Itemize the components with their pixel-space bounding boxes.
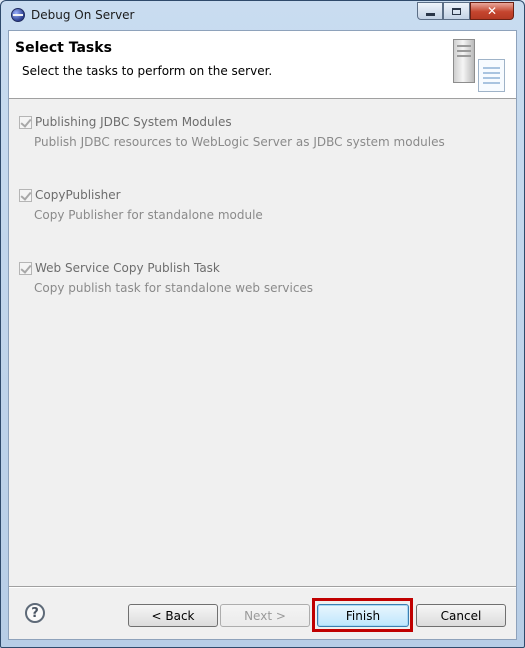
minimize-icon [425, 12, 435, 16]
title-bar[interactable]: Debug On Server ✕ [1, 1, 524, 29]
task-label: Web Service Copy Publish Task [35, 261, 220, 275]
page-title: Select Tasks [15, 40, 112, 56]
page-description: Select the tasks to perform on the serve… [22, 64, 273, 78]
maximize-button[interactable] [443, 2, 470, 20]
window-title: Debug On Server [31, 8, 135, 22]
finish-highlight-box [312, 598, 413, 632]
task-description: Copy publish task for standalone web ser… [34, 281, 314, 295]
minimize-button[interactable] [417, 2, 443, 20]
list-item: CopyPublisher Copy Publisher for standal… [9, 178, 516, 228]
task-label: CopyPublisher [35, 188, 121, 202]
cancel-button[interactable]: Cancel [416, 604, 506, 627]
list-item: Publishing JDBC System Modules Publish J… [9, 105, 516, 155]
wizard-header: Select Tasks Select the tasks to perform… [9, 31, 516, 99]
task-checkbox[interactable] [19, 262, 32, 275]
list-item: Web Service Copy Publish Task Copy publi… [9, 251, 516, 301]
help-icon[interactable]: ? [25, 603, 45, 623]
task-description: Copy Publisher for standalone module [34, 208, 263, 222]
maximize-icon [452, 7, 461, 15]
task-description: Publish JDBC resources to WebLogic Serve… [34, 135, 445, 149]
debug-on-server-dialog: Debug On Server ✕ Select Tasks Select th… [0, 0, 525, 648]
eclipse-app-icon [11, 8, 25, 22]
dialog-client-area: Select Tasks Select the tasks to perform… [8, 30, 517, 640]
close-icon: ✕ [486, 4, 498, 18]
close-button[interactable]: ✕ [470, 2, 514, 20]
task-label: Publishing JDBC System Modules [35, 115, 232, 129]
back-button[interactable]: < Back [128, 604, 218, 627]
next-button[interactable]: Next > [220, 604, 310, 627]
task-checkbox[interactable] [19, 116, 32, 129]
server-icon [453, 39, 505, 94]
task-checkbox[interactable] [19, 189, 32, 202]
footer-divider [9, 586, 516, 588]
